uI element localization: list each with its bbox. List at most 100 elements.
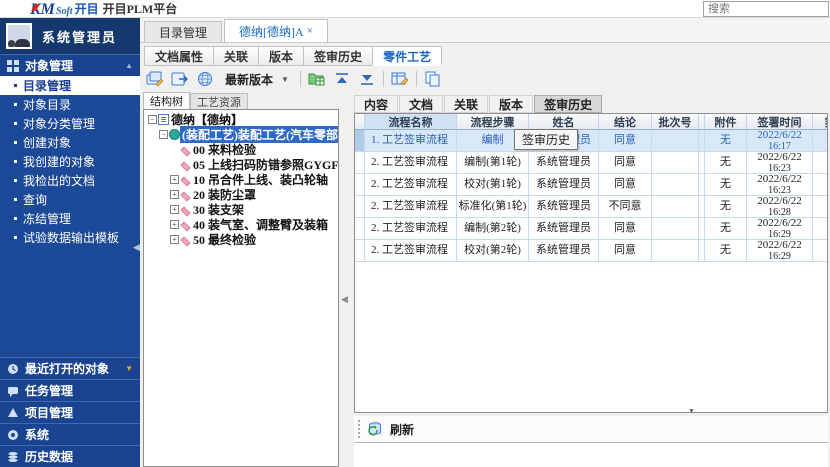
sidebar-section-历史数据[interactable]: 历史数据 xyxy=(0,445,140,467)
sidebar-item-对象分类管理[interactable]: 对象分类管理 xyxy=(0,114,140,133)
detail-tab-关联[interactable]: 关联 xyxy=(444,95,488,113)
cell-result: 同意 xyxy=(599,218,652,240)
cell-batch xyxy=(652,174,699,196)
tab-文档属性[interactable]: 文档属性 xyxy=(144,46,214,66)
main-area: 目录管理德纳[德纳]A× 文档属性关联版本签审历史零件工艺 最新版本 ▼ xyxy=(140,18,830,467)
logo-soft-text: Soft xyxy=(56,6,73,18)
version-dropdown[interactable]: 最新版本 ▼ xyxy=(221,70,293,89)
column-header-签署时间[interactable]: 签署时间 xyxy=(747,114,813,130)
tree-node[interactable]: +10 吊合件上线、装凸轮轴 xyxy=(144,172,338,187)
sidebar-section-object-management[interactable]: 对象管理 ▲ xyxy=(0,54,140,76)
sidebar-item-目录管理[interactable]: 目录管理 xyxy=(0,76,140,95)
expand-box-icon[interactable]: + xyxy=(170,235,179,244)
row-selector-cell[interactable] xyxy=(355,240,365,262)
cell-sign-time: 2022/6/2216:28 xyxy=(747,196,813,218)
tab-零件工艺[interactable]: 零件工艺 xyxy=(372,46,442,66)
refresh-button[interactable]: 刷新 xyxy=(390,421,414,438)
tree-node[interactable]: +40 装气室、调整臂及装箱 xyxy=(144,217,338,232)
sidebar-item-试验数据输出模板[interactable]: 试验数据输出模板 xyxy=(0,228,140,247)
sign-date: 2022/6/22 xyxy=(757,152,802,163)
splitter-down-arrow-icon[interactable]: ▼ xyxy=(688,409,697,414)
edit-document-icon[interactable] xyxy=(146,71,164,87)
cell-sign-time: 2022/6/2216:23 xyxy=(747,174,813,196)
column-header-流程名称[interactable]: 流程名称 xyxy=(365,114,457,130)
tree-node[interactable]: 05 上线扫码防错参照GYGF-Q-00 xyxy=(144,157,338,172)
expand-box-icon[interactable]: + xyxy=(170,175,179,184)
tree-tab-结构树[interactable]: 结构树 xyxy=(143,92,190,109)
chevron-down-icon: ▼ xyxy=(125,364,133,373)
copy-icon[interactable] xyxy=(424,71,442,87)
column-header-流程步骤[interactable]: 流程步骤 xyxy=(457,114,529,130)
sidebar-item-查询[interactable]: 查询 xyxy=(0,190,140,209)
tree-selected-node[interactable]: − (装配工艺)装配工艺(汽车零部件) xyxy=(144,127,338,142)
sidebar-section-系统[interactable]: 系统 xyxy=(0,423,140,445)
expand-box-icon[interactable]: + xyxy=(170,190,179,199)
collapse-box-icon[interactable]: − xyxy=(159,130,168,139)
row-selector-cell[interactable] xyxy=(355,218,365,240)
sidebar-item-冻结管理[interactable]: 冻结管理 xyxy=(0,209,140,228)
sidebar-section-任务管理[interactable]: 任务管理 xyxy=(0,379,140,401)
column-header-实际完成时间[interactable]: 实际完成时间 xyxy=(813,114,828,130)
project-icon xyxy=(7,407,19,419)
panel-splitter-arrow-icon[interactable]: ◀ xyxy=(341,294,348,305)
tree-root-node[interactable]: − 德纳【德纳】 xyxy=(144,112,338,127)
bullet-icon xyxy=(14,122,17,125)
sidebar-collapse-arrow-icon[interactable]: ◀ xyxy=(133,240,140,254)
section-label: 系统 xyxy=(25,426,49,443)
column-header-结论[interactable]: 结论 xyxy=(599,114,652,130)
user-panel[interactable]: 系统管理员 xyxy=(0,18,140,54)
operation-icon xyxy=(180,234,191,245)
row-selector-cell[interactable] xyxy=(355,152,365,174)
sphere-grid-icon[interactable] xyxy=(196,71,214,87)
collapse-box-icon[interactable]: − xyxy=(148,115,157,124)
bottom-empty-panel xyxy=(354,443,828,467)
close-icon[interactable]: × xyxy=(307,25,313,37)
tree-node[interactable]: 00 来料检验 xyxy=(144,142,338,157)
folder-table-icon[interactable] xyxy=(308,71,326,87)
cell-step: 校对(第2轮) xyxy=(457,240,529,262)
doc-tab-德纳[德纳]A[interactable]: 德纳[德纳]A× xyxy=(224,19,328,42)
tree-node[interactable]: +50 最终检验 xyxy=(144,232,338,247)
sidebar-item-创建对象[interactable]: 创建对象 xyxy=(0,133,140,152)
expand-all-icon[interactable] xyxy=(358,71,376,87)
expand-box-icon[interactable]: + xyxy=(170,220,179,229)
detail-tab-版本[interactable]: 版本 xyxy=(489,95,533,113)
column-header-附件[interactable]: 附件 xyxy=(705,114,747,130)
tree-node[interactable]: +30 装支架 xyxy=(144,202,338,217)
global-search-input[interactable] xyxy=(703,1,829,17)
refresh-icon[interactable] xyxy=(368,421,385,437)
collapse-all-icon[interactable] xyxy=(333,71,351,87)
row-selector-cell[interactable] xyxy=(355,174,365,196)
sidebar-item-我创建的对象[interactable]: 我创建的对象 xyxy=(0,152,140,171)
expand-box-icon[interactable]: + xyxy=(170,205,179,214)
row-selector-cell[interactable] xyxy=(355,130,365,152)
table-edit-icon[interactable] xyxy=(391,71,409,87)
tab-关联[interactable]: 关联 xyxy=(213,46,259,66)
tree-tab-工艺资源[interactable]: 工艺资源 xyxy=(190,93,248,109)
cell-process-name: 2. 工艺签审流程 xyxy=(365,240,457,262)
column-header-批次号[interactable]: 批次号 xyxy=(652,114,699,130)
export-document-icon[interactable] xyxy=(171,71,189,87)
detail-tab-文档[interactable]: 文档 xyxy=(399,95,443,113)
detail-tab-内容[interactable]: 内容 xyxy=(354,95,398,113)
sidebar-item-我检出的文档[interactable]: 我检出的文档 xyxy=(0,171,140,190)
detail-tab-签审历史[interactable]: 签审历史 xyxy=(534,95,602,113)
sign-time: 16:23 xyxy=(768,185,791,196)
cell-result: 同意 xyxy=(599,130,652,152)
sidebar-section-最近打开的对象[interactable]: 最近打开的对象▼ xyxy=(0,357,140,379)
tab-版本[interactable]: 版本 xyxy=(258,46,304,66)
cell-result: 同意 xyxy=(599,174,652,196)
doc-tab-目录管理[interactable]: 目录管理 xyxy=(144,21,222,42)
detail-tab-bar: 内容文档关联版本签审历史 xyxy=(352,92,830,113)
operation-icon xyxy=(180,204,191,215)
row-selector-cell[interactable] xyxy=(355,196,365,218)
toolbar-drag-handle[interactable] xyxy=(358,420,361,438)
cell-attachment: 无 xyxy=(705,152,747,174)
sidebar-item-对象目录[interactable]: 对象目录 xyxy=(0,95,140,114)
section-label: 任务管理 xyxy=(25,382,73,399)
cell-attachment: 无 xyxy=(705,174,747,196)
sidebar-section-项目管理[interactable]: 项目管理 xyxy=(0,401,140,423)
tree-node[interactable]: +20 装防尘罩 xyxy=(144,187,338,202)
column-header-姓名[interactable]: 姓名 xyxy=(529,114,599,130)
tab-签审历史[interactable]: 签审历史 xyxy=(303,46,373,66)
